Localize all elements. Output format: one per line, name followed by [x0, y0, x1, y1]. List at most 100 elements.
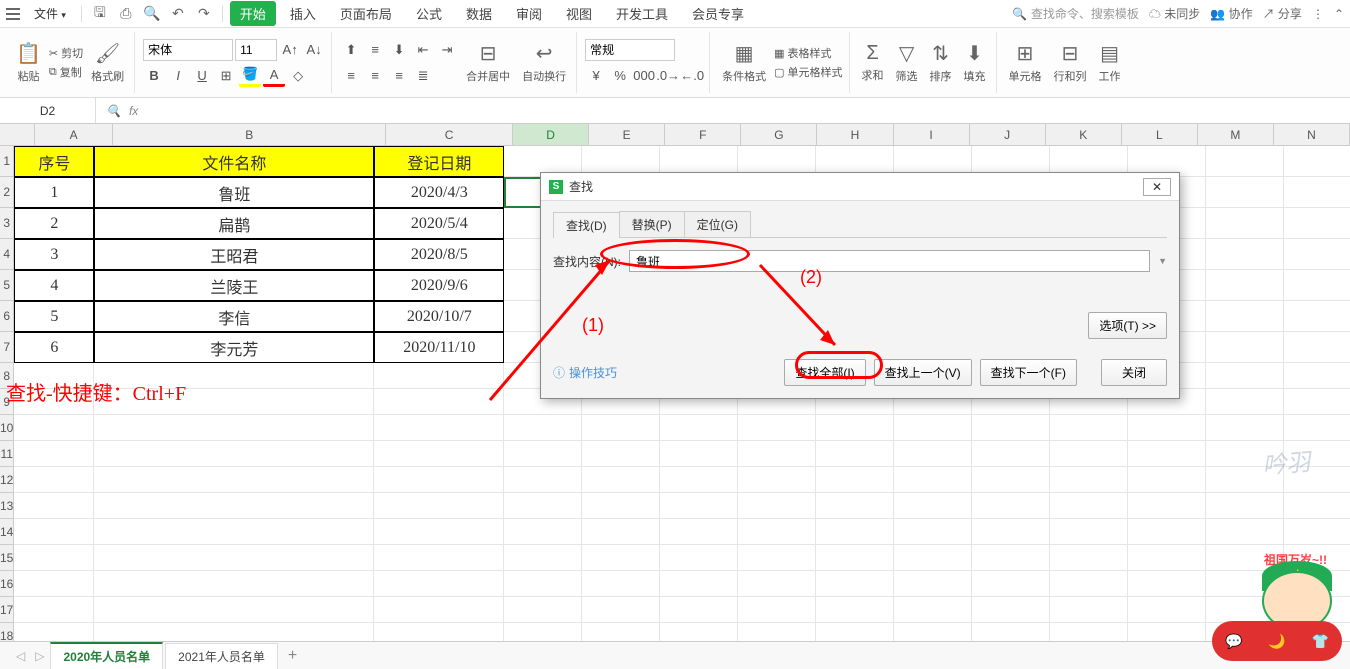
align-top-icon[interactable]: ⬆: [340, 39, 362, 61]
cell-M2[interactable]: [1206, 177, 1284, 208]
border-icon[interactable]: ⊞: [215, 65, 237, 87]
cell-N13[interactable]: [1284, 493, 1350, 519]
fx-icon[interactable]: fx: [129, 104, 138, 118]
row-header-11[interactable]: 11: [0, 441, 14, 467]
cell-H18[interactable]: [816, 623, 894, 641]
row-header-12[interactable]: 12: [0, 467, 14, 493]
cell-M13[interactable]: [1206, 493, 1284, 519]
close-button[interactable]: 关闭: [1101, 359, 1167, 386]
font-color-icon[interactable]: A: [263, 65, 285, 87]
italic-icon[interactable]: I: [167, 65, 189, 87]
dialog-tab-find[interactable]: 查找(D): [553, 212, 620, 238]
cell-I15[interactable]: [894, 545, 972, 571]
comma-icon[interactable]: 000: [633, 65, 655, 87]
percent-icon[interactable]: %: [609, 65, 631, 87]
indent-inc-icon[interactable]: ⇥: [436, 39, 458, 61]
cut-button[interactable]: ✂剪切: [49, 45, 83, 61]
filter-button[interactable]: ▽筛选: [892, 39, 922, 86]
redo-icon[interactable]: ↷: [193, 3, 215, 25]
cell-E16[interactable]: [582, 571, 660, 597]
cell-F10[interactable]: [660, 415, 738, 441]
cell-A9[interactable]: [14, 389, 94, 415]
cell-D10[interactable]: [504, 415, 582, 441]
cell-G11[interactable]: [738, 441, 816, 467]
cell-C8[interactable]: [374, 363, 504, 389]
col-header-H[interactable]: H: [817, 124, 893, 145]
cell-L11[interactable]: [1128, 441, 1206, 467]
cell-N1[interactable]: [1284, 146, 1350, 177]
row-header-2[interactable]: 2: [0, 177, 14, 208]
sheet-tab-2021[interactable]: 2021年人员名单: [165, 643, 278, 669]
cell-F13[interactable]: [660, 493, 738, 519]
cell-A3[interactable]: 2: [14, 208, 94, 239]
cell-E14[interactable]: [582, 519, 660, 545]
cell-H14[interactable]: [816, 519, 894, 545]
row-header-1[interactable]: 1: [0, 146, 14, 177]
cell-B11[interactable]: [94, 441, 374, 467]
currency-icon[interactable]: ¥: [585, 65, 607, 87]
cell-N3[interactable]: [1284, 208, 1350, 239]
col-header-C[interactable]: C: [386, 124, 513, 145]
dialog-close-button[interactable]: ✕: [1143, 178, 1171, 196]
cell-K17[interactable]: [1050, 597, 1128, 623]
cell-H11[interactable]: [816, 441, 894, 467]
cell-A17[interactable]: [14, 597, 94, 623]
cell-I11[interactable]: [894, 441, 972, 467]
cell-N8[interactable]: [1284, 363, 1350, 389]
paste-button[interactable]: 📋粘贴: [12, 39, 45, 86]
wrap-text-button[interactable]: ↩自动换行: [518, 39, 570, 86]
cell-A6[interactable]: 5: [14, 301, 94, 332]
fx-search-icon[interactable]: 🔍: [106, 104, 121, 118]
dialog-titlebar[interactable]: S 查找 ✕: [541, 173, 1179, 201]
cell-B12[interactable]: [94, 467, 374, 493]
col-header-N[interactable]: N: [1274, 124, 1350, 145]
add-sheet-button[interactable]: +: [280, 647, 305, 665]
col-header-J[interactable]: J: [970, 124, 1046, 145]
fill-button[interactable]: ⬇填充: [960, 39, 990, 86]
copy-button[interactable]: ⧉复制: [49, 64, 83, 80]
cell-I12[interactable]: [894, 467, 972, 493]
find-prev-button[interactable]: 查找上一个(V): [874, 359, 972, 386]
tab-nav-next[interactable]: ▷: [31, 649, 48, 663]
cell-B8[interactable]: [94, 363, 374, 389]
cell-A8[interactable]: [14, 363, 94, 389]
cell-N4[interactable]: [1284, 239, 1350, 270]
cell-D18[interactable]: [504, 623, 582, 641]
cell-style-button[interactable]: ▢单元格样式: [774, 64, 842, 80]
cell-C13[interactable]: [374, 493, 504, 519]
cell-M4[interactable]: [1206, 239, 1284, 270]
cell-K18[interactable]: [1050, 623, 1128, 641]
col-header-L[interactable]: L: [1122, 124, 1198, 145]
find-next-button[interactable]: 查找下一个(F): [980, 359, 1077, 386]
cell-F15[interactable]: [660, 545, 738, 571]
cell-J18[interactable]: [972, 623, 1050, 641]
tab-formula[interactable]: 公式: [406, 1, 452, 26]
row-header-3[interactable]: 3: [0, 208, 14, 239]
cell-N14[interactable]: [1284, 519, 1350, 545]
col-header-E[interactable]: E: [589, 124, 665, 145]
cell-C9[interactable]: [374, 389, 504, 415]
cell-N6[interactable]: [1284, 301, 1350, 332]
align-right-icon[interactable]: ≡: [388, 65, 410, 87]
cell-I18[interactable]: [894, 623, 972, 641]
align-center-icon[interactable]: ≡: [364, 65, 386, 87]
cell-K16[interactable]: [1050, 571, 1128, 597]
font-size-select[interactable]: [235, 39, 277, 61]
cell-A2[interactable]: 1: [14, 177, 94, 208]
col-header-G[interactable]: G: [741, 124, 817, 145]
row-header-17[interactable]: 17: [0, 597, 14, 623]
cell-B1[interactable]: 文件名称: [94, 146, 374, 177]
row-header-9[interactable]: 9: [0, 389, 14, 415]
cell-I17[interactable]: [894, 597, 972, 623]
increase-font-icon[interactable]: A↑: [279, 39, 301, 61]
cell-I14[interactable]: [894, 519, 972, 545]
cell-E12[interactable]: [582, 467, 660, 493]
row-header-14[interactable]: 14: [0, 519, 14, 545]
row-header-8[interactable]: 8: [0, 363, 14, 389]
cell-D16[interactable]: [504, 571, 582, 597]
cell-A5[interactable]: 4: [14, 270, 94, 301]
cell-A4[interactable]: 3: [14, 239, 94, 270]
cond-format-button[interactable]: ▦条件格式: [718, 39, 770, 86]
cell-A7[interactable]: 6: [14, 332, 94, 363]
cell-F14[interactable]: [660, 519, 738, 545]
